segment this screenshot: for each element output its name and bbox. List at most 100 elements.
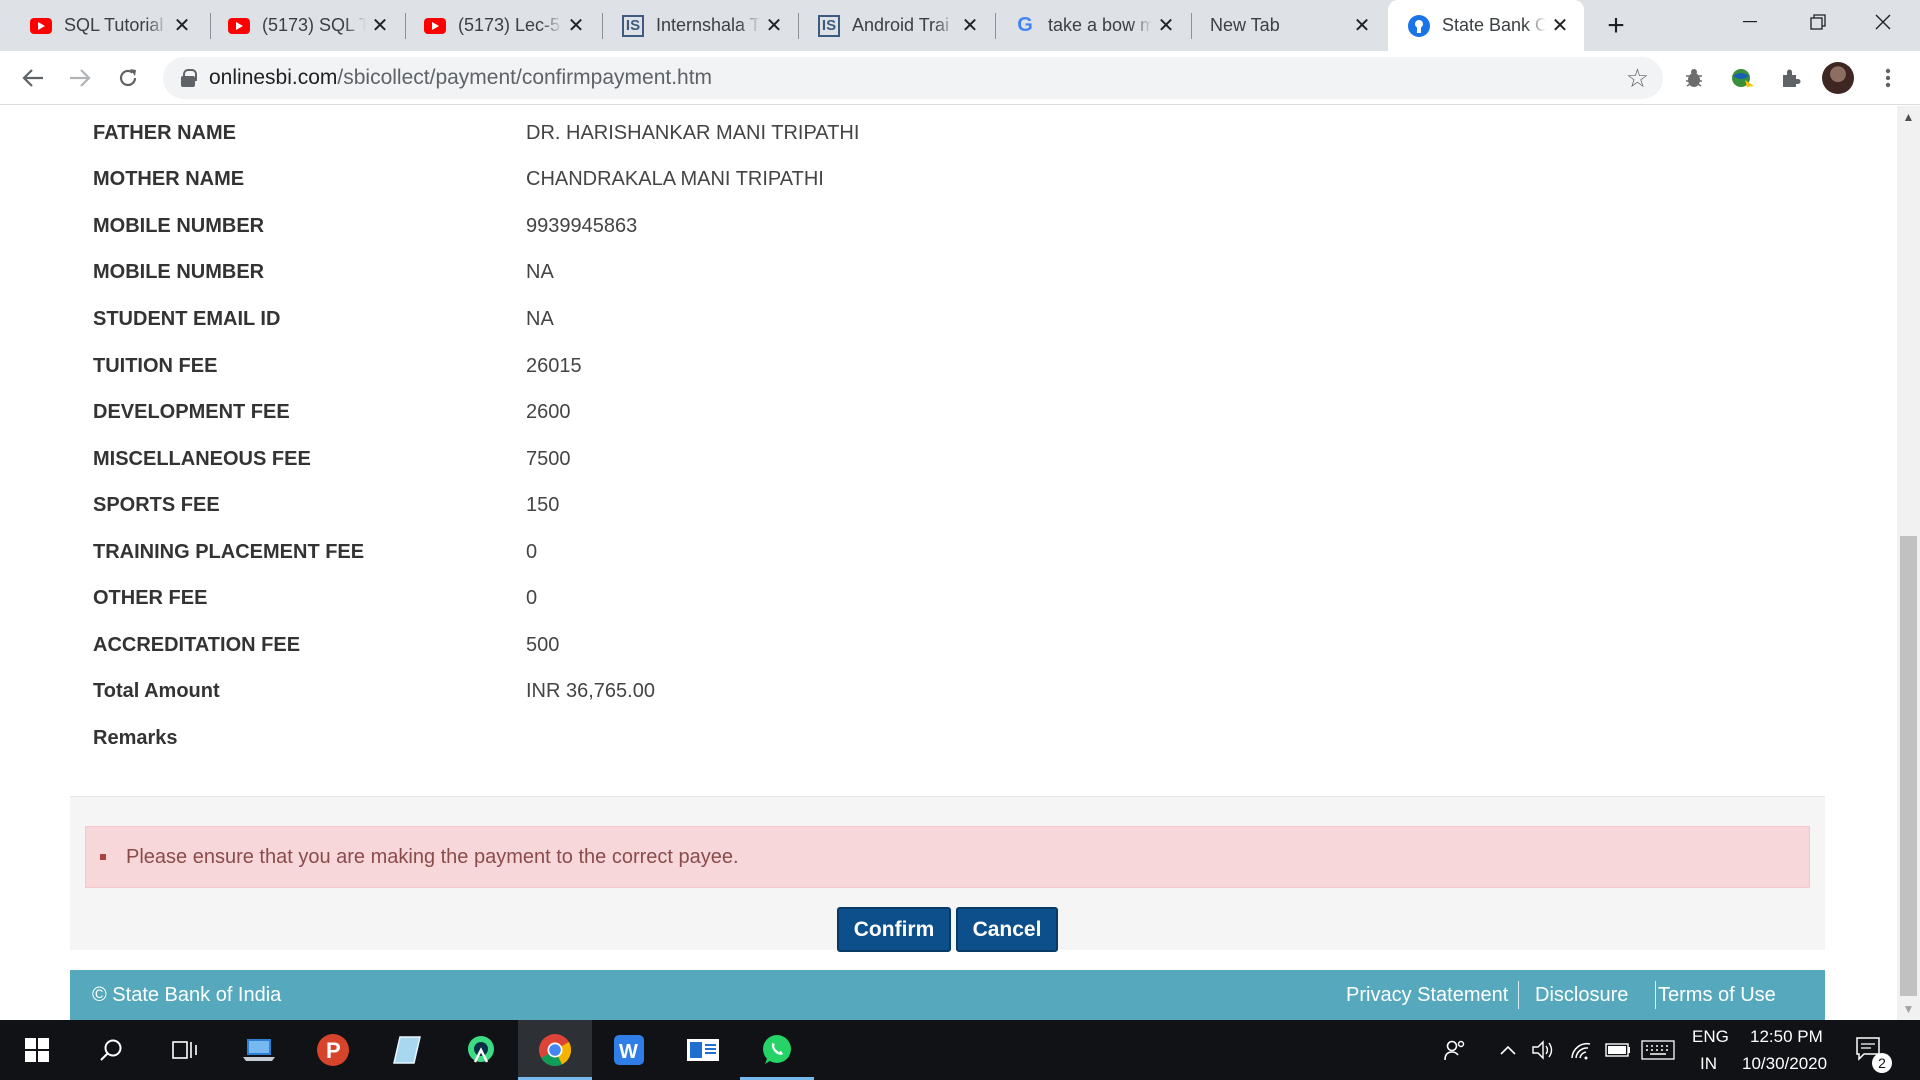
new-tab-button[interactable]: +	[1598, 8, 1634, 44]
detail-label: TUITION FEE	[93, 354, 218, 377]
task-view-button[interactable]	[148, 1020, 222, 1080]
restore-button[interactable]	[1788, 0, 1848, 44]
detail-row: ACCREDITATION FEE 500	[70, 622, 1825, 668]
chevron-up-icon[interactable]	[1496, 1020, 1520, 1080]
detail-value: 7500	[526, 447, 571, 470]
taskbar-app-wps[interactable]: W	[592, 1020, 666, 1080]
browser-tab-bar: SQL Tutorial ✕ (5173) SQL T ✕ (5173) Lec…	[0, 0, 1920, 51]
address-bar[interactable]: onlinesbi.com/sbicollect/payment/confirm…	[163, 57, 1663, 99]
close-icon[interactable]: ✕	[168, 12, 196, 40]
svg-text:W: W	[619, 1041, 638, 1063]
detail-label: MOBILE NUMBER	[93, 214, 265, 237]
search-icon	[100, 1039, 122, 1061]
back-button[interactable]	[15, 60, 51, 96]
taskbar-app-whatsapp[interactable]	[740, 1020, 814, 1080]
url-domain: onlinesbi.com	[209, 66, 338, 89]
battery-icon[interactable]	[1604, 1020, 1632, 1080]
close-icon[interactable]: ✕	[366, 12, 394, 40]
footer-divider	[1518, 981, 1519, 1009]
browser-menu-button[interactable]	[1872, 62, 1904, 94]
minimize-button[interactable]	[1720, 0, 1780, 44]
tab-title: SQL Tutorial	[64, 15, 164, 35]
wps-writer-icon: W	[614, 1035, 644, 1065]
close-icon[interactable]: ✕	[1546, 12, 1574, 40]
scrollbar-thumb[interactable]	[1900, 536, 1917, 996]
reader-app-icon	[687, 1039, 719, 1061]
tab-lecture-video[interactable]: (5173) Lec-5 ✕	[404, 0, 600, 51]
globe-extension-icon[interactable]	[1726, 62, 1758, 94]
reload-icon	[119, 69, 137, 87]
scroll-up-arrow-icon[interactable]: ▲	[1897, 106, 1920, 128]
alert-message: Please ensure that you are making the pa…	[126, 845, 739, 868]
payment-details-panel: FATHER NAME DR. HARISHANKAR MANI TRIPATH…	[70, 106, 1825, 796]
lock-icon[interactable]	[181, 69, 197, 87]
search-button[interactable]	[74, 1020, 148, 1080]
taskbar-app-notes[interactable]	[370, 1020, 444, 1080]
page-scrollbar[interactable]: ▲ ▼	[1897, 106, 1920, 1020]
detail-label: MISCELLANEOUS FEE	[93, 447, 311, 470]
detail-row: TUITION FEE 26015	[70, 343, 1825, 389]
taskbar-app-reader[interactable]	[666, 1020, 740, 1080]
clock-time[interactable]: 12:50 PM	[1750, 1027, 1823, 1047]
url-path: /sbicollect/payment/confirmpayment.htm	[337, 66, 713, 89]
detail-value: DR. HARISHANKAR MANI TRIPATHI	[526, 121, 860, 144]
reload-button[interactable]	[110, 60, 146, 96]
cancel-button[interactable]: Cancel	[956, 907, 1058, 952]
restore-icon	[1810, 14, 1826, 30]
tab-new-tab[interactable]: New Tab ✕	[1190, 0, 1386, 51]
bug-extension-icon[interactable]	[1678, 62, 1710, 94]
tab-android-training[interactable]: IS Android Trai ✕	[798, 0, 994, 51]
privacy-statement-link[interactable]: Privacy Statement	[1346, 984, 1508, 1007]
input-region[interactable]: IN	[1700, 1054, 1717, 1074]
tab-google-search[interactable]: G take a bow m ✕	[994, 0, 1190, 51]
detail-value: 26015	[526, 354, 582, 377]
scroll-down-arrow-icon[interactable]: ▼	[1897, 998, 1920, 1020]
internshala-icon: IS	[622, 14, 644, 37]
detail-row: FATHER NAME DR. HARISHANKAR MANI TRIPATH…	[70, 110, 1825, 156]
tab-sql-tutorial[interactable]: SQL Tutorial ✕	[10, 0, 206, 51]
close-icon[interactable]: ✕	[1152, 12, 1180, 40]
extensions-puzzle-icon[interactable]	[1774, 62, 1806, 94]
tab-title: Android Trai	[852, 15, 950, 35]
detail-row: DEVELOPMENT FEE 2600	[70, 389, 1825, 435]
close-icon[interactable]: ✕	[1348, 12, 1376, 40]
kebab-menu-icon	[1885, 68, 1891, 88]
taskbar-app-chrome[interactable]	[518, 1020, 592, 1080]
bookmark-star-icon[interactable]: ☆	[1626, 63, 1649, 94]
close-icon[interactable]: ✕	[562, 12, 590, 40]
android-studio-icon	[468, 1036, 494, 1063]
tab-sql-video[interactable]: (5173) SQL T ✕	[208, 0, 404, 51]
keyboard-icon[interactable]	[1640, 1020, 1676, 1080]
taskbar-app-laptop[interactable]	[222, 1020, 296, 1080]
profile-avatar[interactable]	[1822, 62, 1854, 94]
tab-title: (5173) SQL T	[262, 15, 366, 35]
tab-internshala[interactable]: IS Internshala T ✕	[602, 0, 798, 51]
detail-row: TRAINING PLACEMENT FEE 0	[70, 529, 1825, 575]
taskbar-app-psiphon[interactable]: P	[296, 1020, 370, 1080]
close-icon[interactable]: ✕	[760, 12, 788, 40]
wifi-icon[interactable]	[1568, 1020, 1594, 1080]
close-window-button[interactable]	[1853, 0, 1913, 44]
disclosure-link[interactable]: Disclosure	[1535, 984, 1628, 1007]
detail-label: FATHER NAME	[93, 121, 236, 144]
close-icon[interactable]: ✕	[956, 12, 984, 40]
close-icon	[1875, 14, 1891, 30]
taskbar-app-android-studio[interactable]	[444, 1020, 518, 1080]
volume-icon[interactable]	[1530, 1020, 1556, 1080]
internshala-icon: IS	[818, 14, 840, 37]
tab-state-bank[interactable]: State Bank C ✕	[1388, 0, 1584, 51]
clock-date[interactable]: 10/30/2020	[1742, 1054, 1827, 1074]
avatar-icon	[1822, 62, 1854, 94]
confirm-button[interactable]: Confirm	[837, 907, 951, 952]
people-icon[interactable]	[1440, 1020, 1470, 1080]
terms-of-use-link[interactable]: Terms of Use	[1658, 984, 1776, 1007]
url-text[interactable]: onlinesbi.com/sbicollect/payment/confirm…	[209, 66, 712, 90]
detail-label: DEVELOPMENT FEE	[93, 400, 290, 423]
input-language[interactable]: ENG	[1692, 1027, 1729, 1047]
detail-row: MOTHER NAME CHANDRAKALA MANI TRIPATHI	[70, 156, 1825, 202]
youtube-icon	[30, 15, 52, 37]
whatsapp-icon	[763, 1035, 791, 1064]
forward-button[interactable]	[62, 60, 98, 96]
start-button[interactable]	[0, 1020, 74, 1080]
arrow-left-icon	[22, 69, 43, 87]
